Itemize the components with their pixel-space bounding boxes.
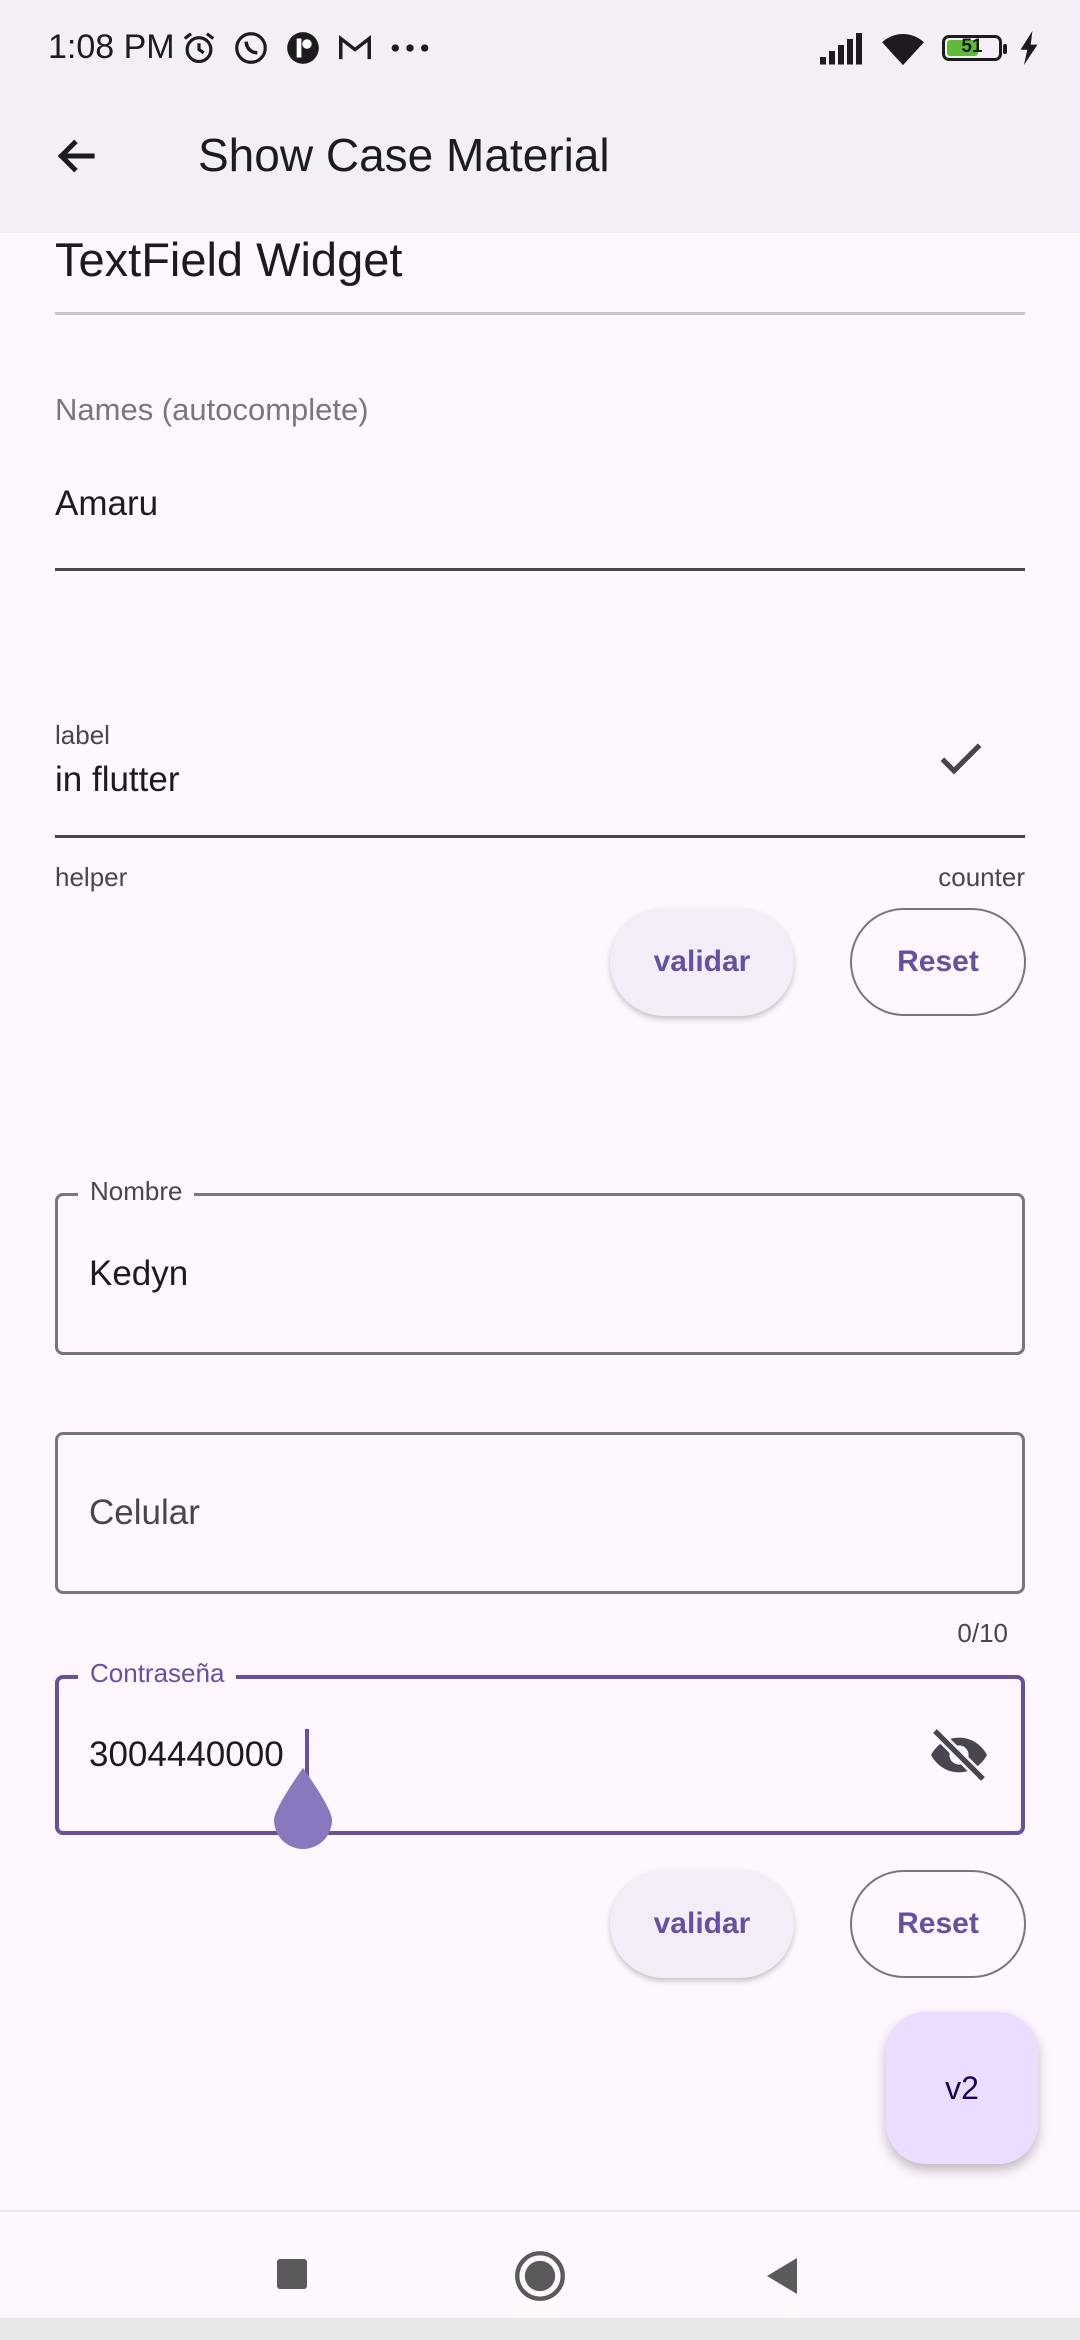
more-dots-icon	[391, 44, 429, 52]
section-divider	[55, 312, 1025, 315]
back-button[interactable]	[42, 120, 114, 192]
label-field-underline	[55, 835, 1025, 838]
status-time: 1:08 PM	[48, 28, 175, 66]
password-field-label: Contraseña	[78, 1658, 237, 1689]
check-icon	[940, 743, 982, 775]
circle-home-icon[interactable]	[514, 2250, 566, 2302]
visibility-off-icon[interactable]	[927, 1723, 991, 1787]
page-title: Show Case Material	[198, 129, 610, 181]
signal-icon	[820, 33, 862, 65]
app-icon	[287, 32, 319, 64]
section-title: TextField Widget	[55, 233, 403, 286]
gmail-icon	[339, 34, 371, 60]
celular-counter: 0/10	[957, 1618, 1008, 1648]
arrow-back-icon	[57, 139, 95, 173]
password-field-value: 3004440000	[89, 1735, 284, 1774]
names-field-underline	[55, 568, 1025, 571]
label-field-label: label	[55, 720, 110, 750]
reset-button[interactable]: Reset	[850, 908, 1026, 1016]
names-field-label: Names (autocomplete)	[55, 392, 369, 427]
label-field-value: in flutter	[55, 760, 180, 799]
status-icons-right: 51	[818, 24, 1040, 72]
fab-v2-button[interactable]: v2	[886, 2012, 1038, 2164]
password-field[interactable]: Contraseña 3004440000	[55, 1658, 1025, 1835]
names-field-value: Amaru	[55, 484, 159, 523]
nombre-field-value: Kedyn	[89, 1254, 189, 1293]
status-icons-left	[180, 26, 432, 70]
helper-text: helper	[55, 862, 128, 892]
celular-field[interactable]: Celular	[55, 1432, 1025, 1594]
wifi-icon	[882, 33, 924, 66]
names-autocomplete-field[interactable]: Names (autocomplete) Amaru	[55, 368, 1025, 573]
counter-text: counter	[938, 862, 1025, 892]
nombre-field[interactable]: Nombre Kedyn	[55, 1176, 1025, 1355]
whatsapp-icon	[235, 32, 267, 64]
validate-button-2[interactable]: validar	[610, 1870, 794, 1978]
system-nav-bar	[0, 2210, 1080, 2320]
alarm-icon	[183, 32, 215, 64]
bottom-strip	[0, 2318, 1080, 2340]
square-recents-icon[interactable]	[274, 2256, 310, 2292]
triangle-back-icon[interactable]	[764, 2256, 800, 2296]
validate-button[interactable]: validar	[610, 908, 794, 1016]
battery-icon: 51	[942, 35, 1007, 61]
celular-field-placeholder: Celular	[89, 1493, 200, 1532]
charging-icon	[1020, 31, 1038, 65]
cursor-handle[interactable]	[272, 1768, 334, 1850]
label-text-field[interactable]: label in flutter	[55, 710, 1025, 840]
nombre-field-label: Nombre	[78, 1176, 195, 1207]
reset-button-2[interactable]: Reset	[850, 1870, 1026, 1978]
